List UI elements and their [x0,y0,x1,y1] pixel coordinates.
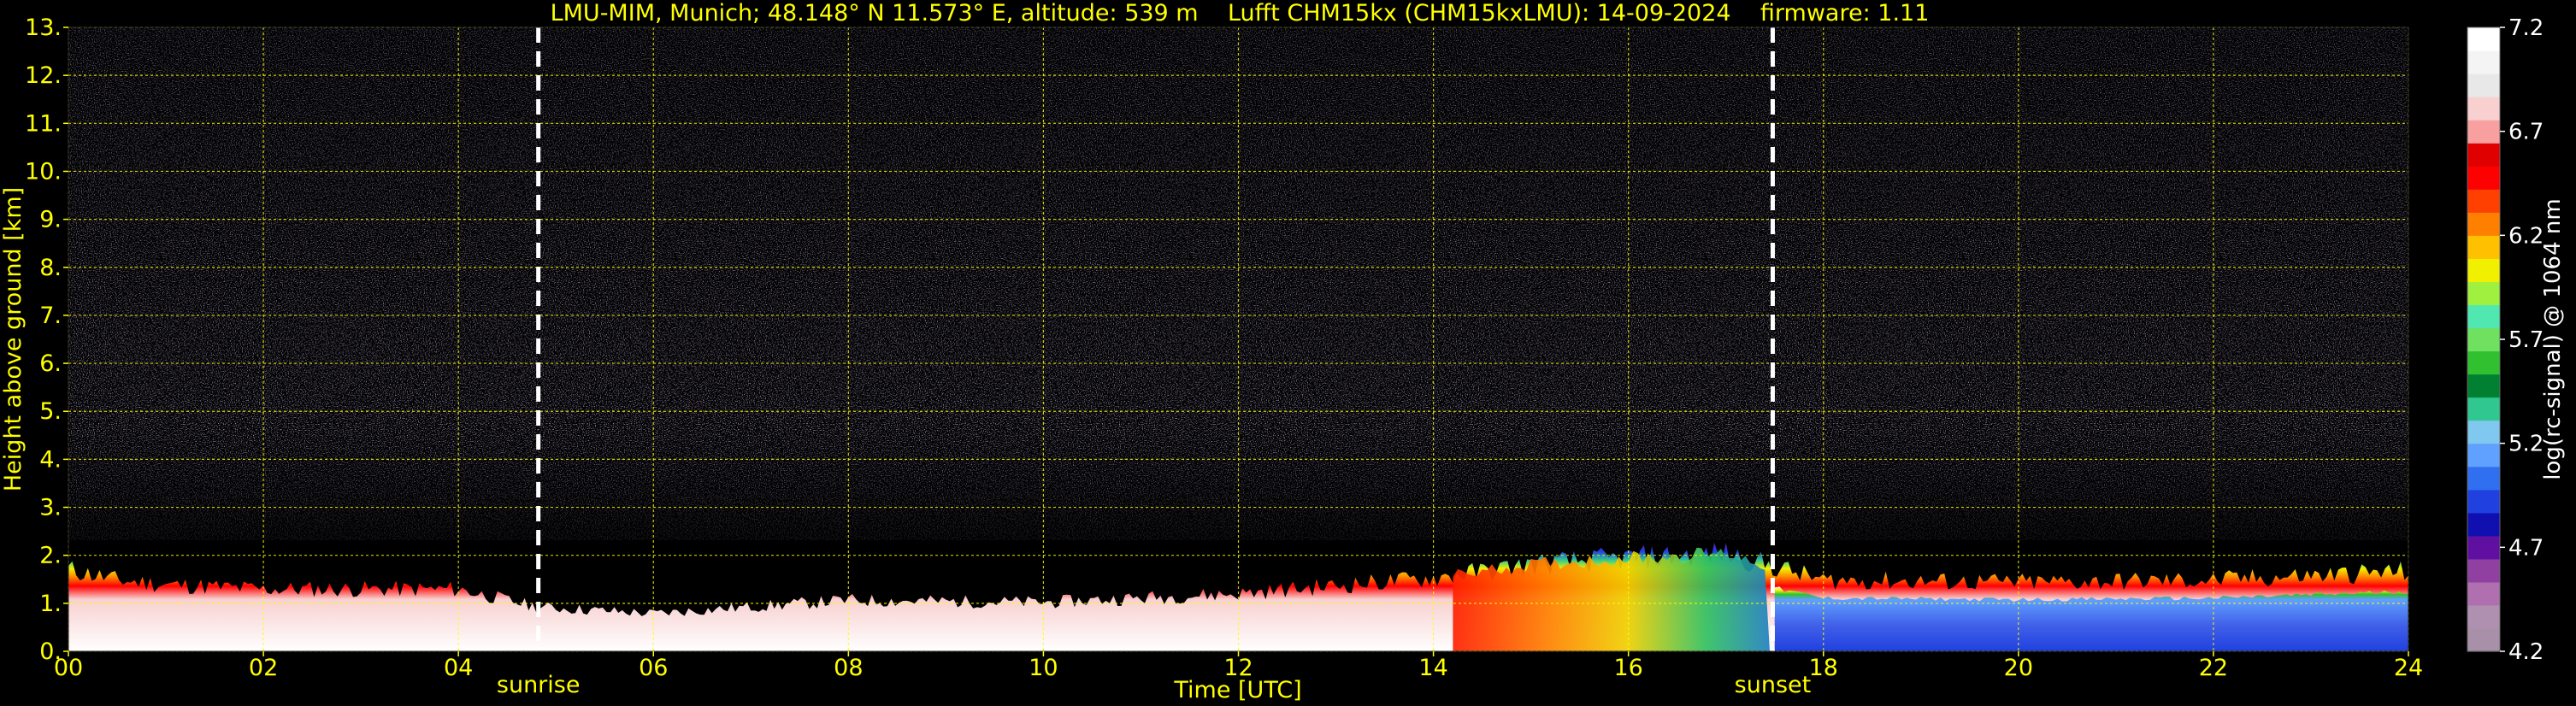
colorbar-segment [2467,327,2500,352]
y-tick-label: 11. [25,110,62,137]
colorbar-segment [2467,535,2500,560]
x-tick-label: 20 [2004,655,2033,681]
colorbar-tick-label: 6.2 [2508,223,2544,249]
colorbar-segment [2467,258,2500,283]
colorbar-tick-label: 5.2 [2508,432,2544,457]
colorbar-tick-label: 7.2 [2508,15,2544,41]
colorbar-tick-label: 4.7 [2508,535,2544,561]
colorbar-segment [2467,212,2500,236]
y-tick-label: 7. [39,303,62,329]
x-tick-label: 18 [1809,655,1838,681]
x-axis-label: Time [UTC] [1173,677,1301,703]
chart-title: LMU-MIM, Munich; 48.148° N 11.573° E, al… [551,0,1930,26]
x-tick-label: 08 [834,655,863,681]
y-tick-label: 10. [25,158,62,185]
colorbar-segment [2467,627,2500,652]
colorbar: 7.2 6.7 6.2 5.7 5.2 4.7 4.2 [2467,15,2544,665]
y-tick-label: 13. [25,15,62,41]
colorbar-tick-label: 6.7 [2508,120,2544,145]
x-tick-label: 14 [1418,655,1447,681]
y-tick-label: 12. [25,62,62,89]
colorbar-tick-label: 4.2 [2508,639,2544,665]
colorbar-segment [2467,235,2500,259]
colorbar-segment [2467,397,2500,421]
colorbar-segment [2467,512,2500,537]
colorbar-segment [2467,466,2500,491]
y-tick-label: 8. [39,255,62,281]
y-tick-label: 3. [39,495,62,521]
y-tick-label: 9. [39,207,62,233]
colorbar-segment [2467,350,2500,375]
y-axis-ticks: 0. 1. 2. 3. 4. 5. 6. 7. 8. 9. 10. 11. 12. 13. [25,15,68,665]
y-axis-label: Height above ground [km] [0,187,27,491]
colorbar-segment [2467,189,2500,213]
colorbar-label: log(rc-signal) @ 1064 nm [2540,198,2566,479]
colorbar-segment [2467,558,2500,583]
colorbar-segment [2467,281,2500,306]
x-tick-label: 24 [2394,655,2423,681]
x-tick-label: 10 [1029,655,1058,681]
colorbar-segment [2467,489,2500,514]
colorbar-segment [2467,304,2500,329]
y-tick-label: 0. [39,638,62,665]
colorbar-segment [2467,50,2500,74]
colorbar-segment [2467,27,2500,51]
y-tick-label: 6. [39,350,62,377]
x-tick-label: 04 [444,655,473,681]
colorbar-tick-label: 5.7 [2508,327,2544,353]
colorbar-segment [2467,143,2500,167]
x-tick-label: 02 [249,655,278,681]
colorbar-segment [2467,74,2500,97]
sunrise-label: sunrise [497,672,581,698]
ceilometer-chart: sunrise sunset 00 02 04 06 08 10 12 14 16 18 20 22 24… [0,0,2566,703]
x-tick-label: 22 [2199,655,2228,681]
colorbar-segment [2467,443,2500,468]
colorbar-segment [2467,420,2500,444]
sunset-label: sunset [1735,672,1812,698]
y-tick-label: 4. [39,446,62,473]
x-tick-label: 16 [1613,655,1642,681]
x-tick-label: 06 [639,655,668,681]
colorbar-segment [2467,97,2500,121]
colorbar-segment [2467,604,2500,629]
y-tick-label: 1. [39,591,62,617]
colorbar-segment [2467,374,2500,398]
y-tick-label: 2. [39,543,62,569]
colorbar-segment [2467,581,2500,606]
colorbar-segment [2467,120,2500,144]
y-tick-label: 5. [39,398,62,425]
colorbar-segment [2467,166,2500,190]
